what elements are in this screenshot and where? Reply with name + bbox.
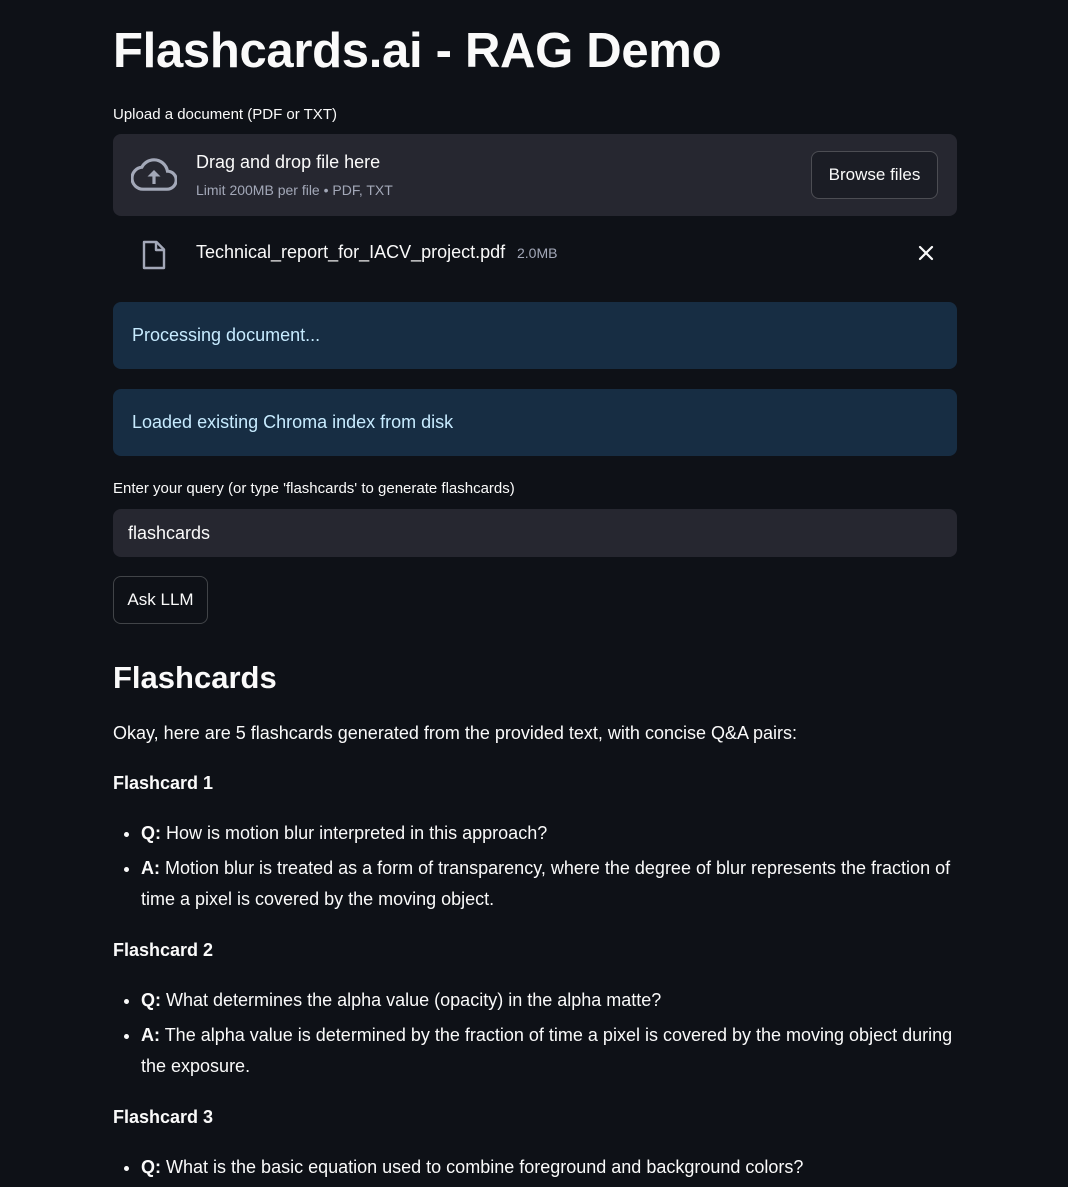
ask-llm-button[interactable]: Ask LLM [113,576,208,624]
flashcard-qa-list: Q: What determines the alpha value (opac… [113,985,957,1086]
page-title: Flashcards.ai - RAG Demo [113,24,722,78]
flashcards-heading: Flashcards [113,660,277,695]
processing-alert: Processing document... [113,302,957,369]
answer-text: The alpha value is determined by the fra… [141,1025,953,1076]
uploaded-file-size: 2.0MB [517,245,558,261]
question-prefix: Q: [141,1157,161,1177]
answer-text: Motion blur is treated as a form of tran… [141,858,951,909]
flashcards-intro: Okay, here are 5 flashcards generated fr… [113,723,798,743]
flashcard-answer: A: The alpha value is determined by the … [141,1020,957,1082]
answer-prefix: A: [141,858,160,878]
flashcard-qa-list: Q: What is the basic equation used to co… [113,1152,957,1187]
flashcard-qa-list: Q: How is motion blur interpreted in thi… [113,818,957,919]
index-loaded-alert: Loaded existing Chroma index from disk [113,389,957,456]
flashcard-title: Flashcard 3 [113,1107,214,1127]
flashcard-title: Flashcard 1 [113,773,214,793]
question-prefix: Q: [141,990,161,1010]
flashcard-answer: A: Motion blur is treated as a form of t… [141,853,957,915]
question-text: What is the basic equation used to combi… [166,1157,804,1177]
file-icon [142,240,166,270]
dropzone-title: Drag and drop file here [196,152,381,172]
query-label: Enter your query (or type 'flashcards' t… [113,480,515,497]
file-dropzone[interactable]: Drag and drop file here Limit 200MB per … [113,134,957,216]
cloud-upload-icon [131,158,177,191]
browse-files-button[interactable]: Browse files [811,151,938,199]
question-text: How is motion blur interpreted in this a… [166,823,548,843]
flashcard-title: Flashcard 2 [113,940,214,960]
upload-label: Upload a document (PDF or TXT) [113,106,337,123]
question-prefix: Q: [141,823,161,843]
uploaded-file-row: Technical_report_for_IACV_project.pdf 2.… [113,230,957,278]
question-text: What determines the alpha value (opacity… [166,990,662,1010]
flashcard-question: Q: How is motion blur interpreted in thi… [141,818,957,849]
flashcard-question: Q: What determines the alpha value (opac… [141,985,957,1016]
query-input[interactable] [113,509,957,557]
flashcard-question: Q: What is the basic equation used to co… [141,1152,957,1183]
uploaded-file-name: Technical_report_for_IACV_project.pdf [196,242,506,262]
close-icon[interactable] [917,244,935,262]
answer-prefix: A: [141,1025,160,1045]
dropzone-limit: Limit 200MB per file • PDF, TXT [196,182,393,198]
